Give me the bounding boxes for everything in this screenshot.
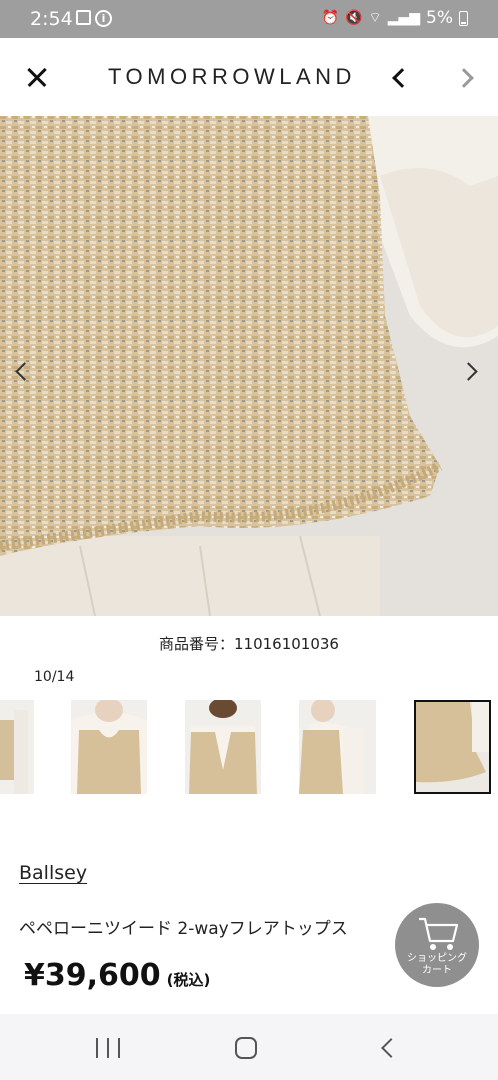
- system-navigation-bar: [0, 1014, 498, 1080]
- thumbnail-12[interactable]: [299, 700, 376, 794]
- cart-icon: [419, 917, 459, 950]
- mute-icon: 🔇: [345, 10, 363, 26]
- status-time: 2:54: [30, 8, 73, 30]
- home-icon[interactable]: [235, 1037, 257, 1059]
- thumbnail-active[interactable]: [414, 700, 491, 794]
- image-prev-button[interactable]: [12, 361, 34, 383]
- product-name: ペペローニツイード 2-wayフレアトップス: [19, 919, 348, 939]
- tax-label: (税込): [166, 971, 211, 989]
- next-product-button[interactable]: [454, 64, 483, 92]
- shopping-cart-button[interactable]: ショッピング カート: [395, 903, 479, 987]
- previous-product-button[interactable]: [385, 64, 413, 92]
- signal-icon: ▂▄▆: [387, 10, 421, 26]
- image-next-button[interactable]: [459, 361, 484, 383]
- image-counter: 10/14: [34, 669, 75, 685]
- back-icon[interactable]: [381, 1038, 401, 1058]
- gallery-notification-icon: [76, 10, 91, 25]
- info-notification-icon: i: [95, 10, 112, 27]
- recent-apps-icon[interactable]: [96, 1038, 120, 1058]
- chevron-right-icon: [454, 68, 474, 88]
- thumbnail-11[interactable]: [185, 700, 261, 794]
- chevron-left-icon: [15, 362, 34, 381]
- chevron-left-icon: [392, 68, 412, 88]
- app-header: TOMORROWLAND: [0, 38, 498, 116]
- price-value: ¥39,600: [24, 958, 161, 993]
- brand-logo: TOMORROWLAND: [108, 64, 356, 89]
- alarm-icon: ⏰: [321, 10, 340, 26]
- chevron-right-icon: [459, 362, 478, 381]
- product-photo: [0, 116, 498, 616]
- product-code: 商品番号：11016101036: [159, 635, 339, 653]
- product-price: ¥39,600 (税込): [24, 958, 210, 993]
- cart-label: ショッピング カート: [407, 953, 467, 976]
- battery-icon: [459, 10, 468, 26]
- wifi-icon: ⌔: [368, 10, 382, 26]
- thumbnail-10[interactable]: [71, 700, 147, 794]
- product-main-image[interactable]: [0, 116, 498, 616]
- thumbnail-9[interactable]: [0, 700, 34, 794]
- battery-percent: 5%: [426, 8, 453, 28]
- status-bar: 2:54 i ⏰ 🔇 ⌔ ▂▄▆ 5%: [0, 0, 498, 38]
- thumbnail-strip: [0, 700, 498, 794]
- product-brand-link[interactable]: Ballsey: [19, 862, 87, 884]
- close-icon[interactable]: [22, 60, 56, 94]
